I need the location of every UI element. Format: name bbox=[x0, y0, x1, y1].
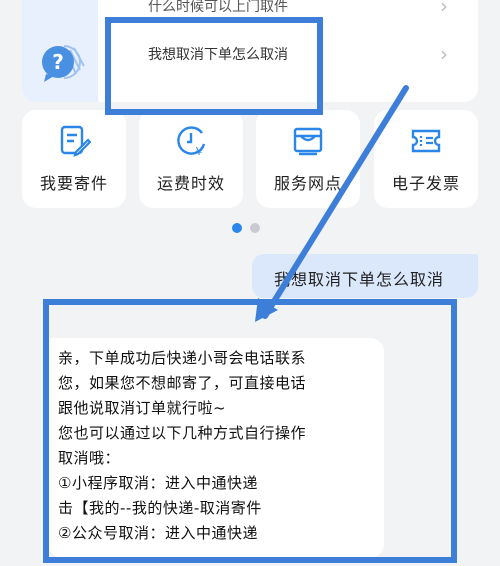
highlight-box bbox=[105, 17, 323, 115]
highlight-box bbox=[43, 299, 457, 563]
annotation-arrow bbox=[262, 85, 409, 319]
annotation-overlay bbox=[43, 17, 457, 563]
